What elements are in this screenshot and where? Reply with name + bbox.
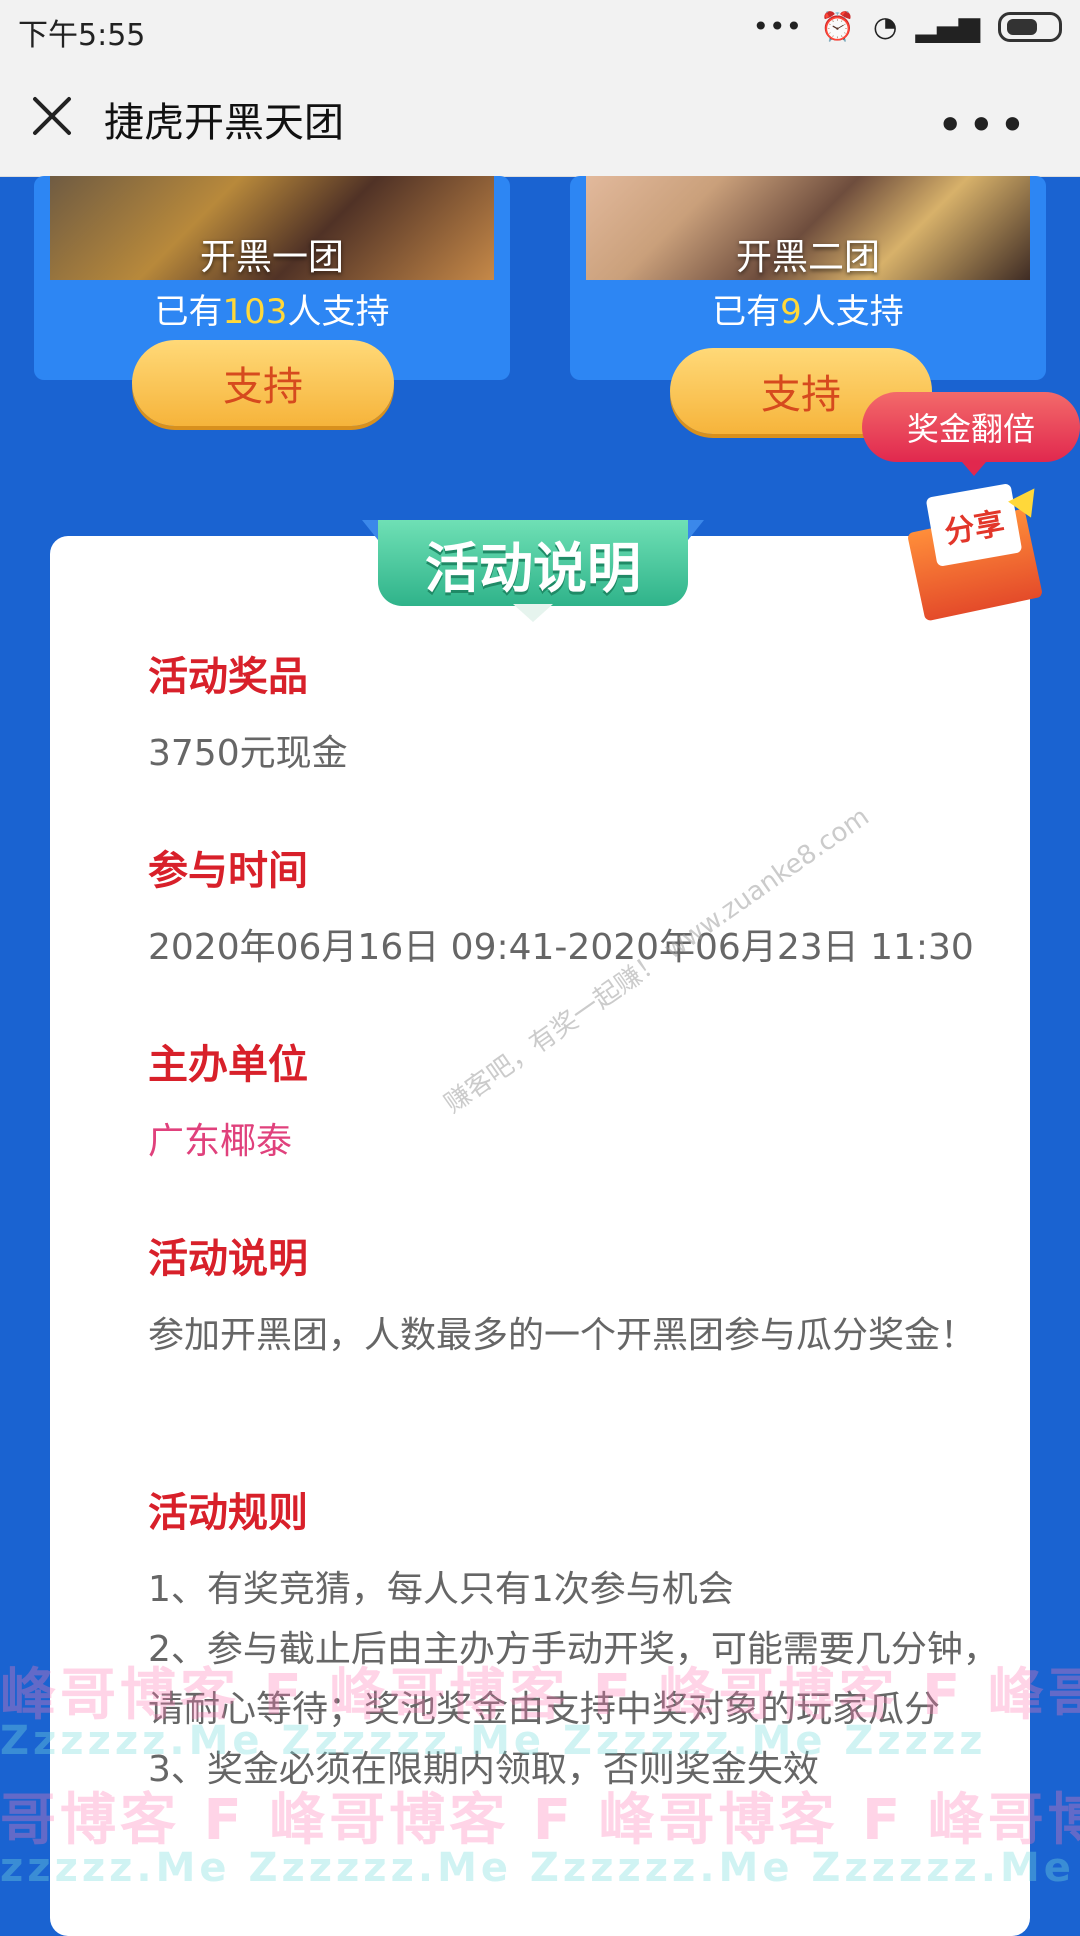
share-button[interactable]: 分享 [905, 480, 1055, 630]
wifi-icon: ◔ [872, 10, 898, 43]
team-2-name: 开黑二团 [735, 237, 880, 278]
rule-line-2: 2、参与截止后由主办方手动开奖，可能需要几分钟，请耐心等待；奖池奖金由支持中奖对… [148, 1629, 999, 1730]
team-1-name: 开黑一团 [199, 237, 344, 278]
battery-icon [998, 11, 1062, 42]
support-team-1-button[interactable]: 支持 [132, 340, 394, 426]
desc-body: 参加开黑团，人数最多的一个开黑团参与瓜分奖金！ [148, 1315, 977, 1356]
time-body: 2020年06月16日 09:41-2020年06月23日 11:30 [148, 927, 974, 968]
prize-body: 3750元现金 [148, 733, 348, 774]
more-dots-icon: ••• [752, 10, 803, 43]
status-bar: 下午5:55 ••• ⏰ ◔ ▂▄▆ [0, 0, 1080, 56]
page-title: 捷虎开黑天团 [104, 100, 344, 146]
alarm-icon: ⏰ [820, 10, 855, 43]
share-label: 分享 [925, 483, 1023, 567]
status-time: 下午5:55 [18, 18, 146, 53]
rule-line-3: 3、奖金必须在限期内领取，否则奖金失效 [148, 1749, 819, 1790]
rule-line-1: 1、有奖竞猜，每人只有1次参与机会 [148, 1569, 734, 1610]
organizer-title: 主办单位 [148, 1042, 308, 1088]
time-title: 参与时间 [148, 848, 308, 894]
app-header: 捷虎开黑天团 ••• [0, 56, 1080, 177]
bonus-double-badge[interactable]: 奖金翻倍 [862, 392, 1080, 476]
section-banner: 活动说明 [362, 520, 704, 626]
rules-title: 活动规则 [148, 1490, 308, 1536]
rules-body: 1、有奖竞猜，每人只有1次参与机会 2、参与截止后由主办方手动开奖，可能需要几分… [148, 1560, 1008, 1800]
prize-title: 活动奖品 [148, 654, 308, 700]
hd-signal-icon: ▂▄▆ [915, 10, 980, 43]
organizer-body: 广东椰泰 [148, 1121, 293, 1162]
activity-info-card: 活动奖品 3750元现金 参与时间 2020年06月16日 09:41-2020… [50, 536, 1030, 1936]
more-icon[interactable]: ••• [937, 98, 1030, 152]
close-icon[interactable] [30, 94, 74, 138]
banner-title: 活动说明 [378, 520, 688, 606]
desc-title: 活动说明 [148, 1236, 308, 1282]
status-icons: ••• ⏰ ◔ ▂▄▆ [753, 10, 1062, 43]
team-2-support-count: 已有9人支持 [712, 292, 904, 332]
team-1-support-count: 已有103人支持 [154, 292, 390, 332]
